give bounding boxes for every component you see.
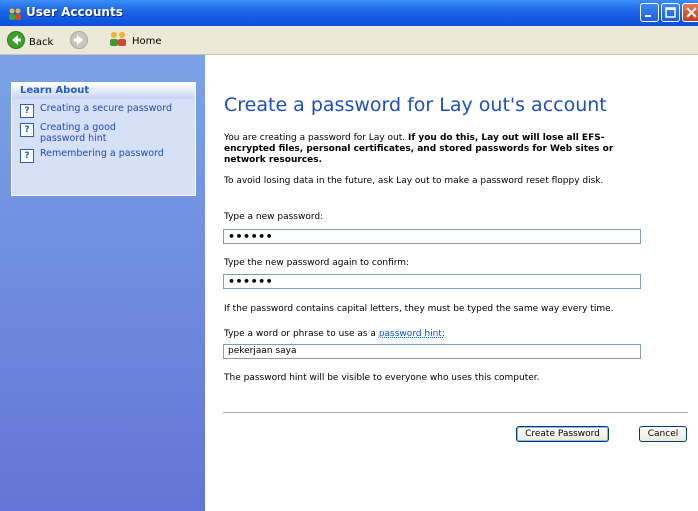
confirm-password-input[interactable]: •••••• — [223, 274, 641, 289]
home-button[interactable]: Home — [108, 31, 162, 51]
sidebar: Learn About ? Creating a secure password… — [0, 55, 205, 511]
forward-arrow-icon — [70, 31, 88, 53]
sidebar-item-label: Creating a good password hint — [40, 122, 116, 144]
create-password-button[interactable]: Create Password — [516, 426, 609, 442]
intro-warning-text: You are creating a password for Lay out.… — [224, 133, 634, 166]
create-password-label: Create Password — [525, 429, 600, 439]
hint-visibility-note: The password hint will be visible to eve… — [224, 373, 540, 383]
new-password-input[interactable]: •••••• — [223, 229, 641, 244]
home-label: Home — [132, 35, 162, 47]
learn-about-panel: Learn About ? Creating a secure password… — [11, 82, 196, 196]
reset-disk-advice: To avoid losing data in the future, ask … — [224, 176, 604, 186]
sidebar-item-label: Remembering a password — [40, 148, 164, 159]
new-password-label: Type a new password: — [224, 212, 324, 222]
help-question-icon: ? — [20, 149, 34, 163]
password-hint-link[interactable]: password hint: — [379, 329, 445, 339]
help-question-icon: ? — [20, 123, 34, 137]
close-button[interactable] — [682, 3, 698, 22]
cancel-label: Cancel — [647, 429, 679, 439]
main-content: Create a password for Lay out's account … — [205, 55, 698, 511]
sidebar-item-label: Creating a secure password — [40, 103, 172, 114]
hint-label-text: Type a word or phrase to use as a — [224, 329, 379, 339]
back-label: Back — [29, 36, 54, 48]
toolbar: Back Home — [0, 26, 698, 55]
learn-about-title: Learn About — [12, 83, 195, 99]
minimize-button[interactable] — [640, 3, 659, 22]
sidebar-item-remembering-password[interactable]: ? Remembering a password — [12, 144, 195, 163]
back-button[interactable]: Back — [7, 31, 53, 53]
users-home-icon — [108, 31, 128, 51]
title-bar: User Accounts — [0, 0, 698, 26]
cancel-button[interactable]: Cancel — [639, 426, 687, 442]
intro-text: You are creating a password for Lay out. — [224, 133, 408, 143]
password-hint-input[interactable]: pekerjaan saya — [223, 344, 641, 359]
help-question-icon: ? — [20, 104, 34, 118]
window-title: User Accounts — [26, 5, 123, 19]
maximize-button[interactable] — [661, 3, 680, 22]
capital-letters-note: If the password contains capital letters… — [224, 304, 614, 314]
page-title: Create a password for Lay out's account — [224, 94, 607, 116]
confirm-password-label: Type the new password again to confirm: — [224, 258, 410, 268]
user-accounts-icon — [8, 6, 22, 25]
sidebar-item-secure-password[interactable]: ? Creating a secure password — [12, 99, 195, 118]
password-hint-label: Type a word or phrase to use as a passwo… — [224, 329, 445, 339]
divider — [223, 412, 688, 413]
sidebar-item-password-hint[interactable]: ? Creating a good password hint — [12, 118, 195, 144]
back-arrow-icon — [7, 31, 25, 53]
forward-button[interactable] — [70, 31, 88, 53]
